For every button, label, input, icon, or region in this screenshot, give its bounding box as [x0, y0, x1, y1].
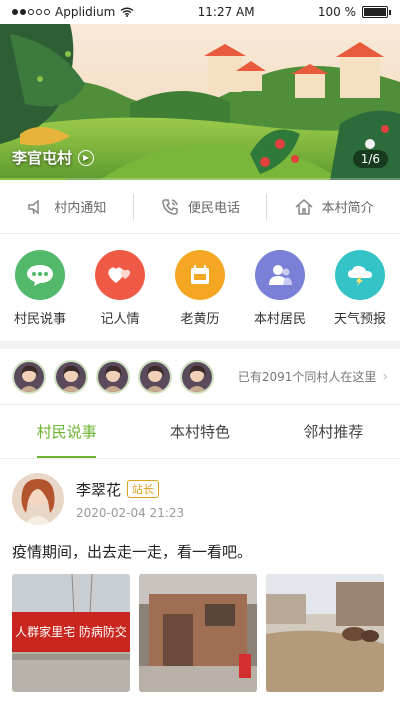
people-icon [269, 265, 292, 285]
status-right: 100 % [317, 5, 391, 19]
avatar [96, 359, 130, 394]
status-time: 11:27 AM [197, 5, 255, 19]
author-info: 李翠花 站长 2020-02-04 21:23 [76, 479, 184, 520]
slide-progress-track [0, 178, 400, 180]
carrier-name: Applidium [55, 5, 116, 19]
slide-progress-fill [0, 178, 67, 180]
feature-gift-record[interactable]: 记人情 [82, 250, 158, 327]
post-photo[interactable] [266, 574, 384, 692]
status-bar: Applidium 11:27 AM 100 % [0, 0, 400, 24]
post-time: 2020-02-04 21:23 [76, 505, 185, 520]
wifi-icon [120, 7, 134, 17]
villager-count-text: 已有2091个同村人在这里 [237, 370, 377, 384]
quicklink-notice[interactable]: 村内通知 [0, 197, 133, 217]
post-text: 疫情期间，出去走一走，看一看吧。 [12, 543, 253, 561]
signal-icon [12, 9, 50, 15]
play-circle-icon: ▶ [78, 149, 95, 166]
feature-grid: 村民说事 记人情 老黄历 本村居民 天气预报 [0, 234, 400, 341]
content-tabs: 村民说事 本村特色 邻村推荐 [0, 405, 400, 459]
feature-icon-bg [95, 250, 145, 300]
feature-icon-bg [255, 250, 305, 300]
slide-counter: 1/6 [352, 150, 388, 168]
quicklink-label: 村内通知 [54, 201, 107, 216]
village-name-link[interactable]: 李官屯村 ▶ [12, 147, 95, 168]
feature-weather[interactable]: 天气预报 [322, 250, 398, 327]
quick-links-bar: 村内通知 便民电话 本村简介 [0, 180, 400, 234]
feature-icon-bg [15, 250, 65, 300]
villager-avatars [12, 359, 214, 394]
section-gap [0, 341, 400, 349]
avatar [138, 359, 172, 394]
tab-village-features[interactable]: 本村特色 [133, 405, 266, 458]
battery-percent: 100 % [317, 5, 356, 19]
avatar [12, 359, 46, 394]
quicklink-phone[interactable]: 便民电话 [134, 197, 267, 217]
author-avatar[interactable] [12, 473, 64, 525]
village-banner[interactable]: 李官屯村 ▶ 1/6 [0, 24, 400, 180]
post-photo[interactable]: 人群家里宅 防病防交 [12, 574, 130, 692]
quicklink-label: 便民电话 [188, 201, 241, 216]
avatar [54, 359, 88, 394]
post-card[interactable]: 李翠花 站长 2020-02-04 21:23 疫情期间，出去走一走，看一看吧。… [0, 459, 400, 692]
status-left: Applidium [12, 5, 134, 19]
calendar-icon [191, 265, 209, 284]
weather-icon [348, 265, 372, 286]
phone-icon [162, 198, 178, 215]
speaker-icon [28, 198, 40, 215]
photo-banner-text: 人群家里宅 防病防交 [15, 624, 127, 639]
author-name[interactable]: 李翠花 [76, 479, 121, 500]
feature-label: 天气预报 [333, 312, 386, 327]
chat-icon [27, 265, 53, 286]
feature-icon-bg [175, 250, 225, 300]
feature-residents[interactable]: 本村居民 [242, 250, 318, 327]
home-icon [295, 198, 313, 215]
tab-villager-talk[interactable]: 村民说事 [0, 405, 133, 458]
quicklink-intro[interactable]: 本村简介 [267, 197, 400, 217]
villagers-row[interactable]: 已有2091个同村人在这里 › [0, 349, 400, 405]
post-header: 李翠花 站长 2020-02-04 21:23 [12, 473, 388, 525]
role-badge: 站长 [127, 480, 160, 498]
villager-count: 已有2091个同村人在这里 › [238, 368, 388, 385]
feature-label: 老黄历 [180, 312, 220, 327]
tab-neighbor-recommend[interactable]: 邻村推荐 [267, 405, 400, 458]
post-photos: 人群家里宅 防病防交 [12, 574, 388, 692]
feature-icon-bg [335, 250, 385, 300]
avatar [180, 359, 214, 394]
feature-label: 记人情 [100, 312, 140, 327]
quicklink-label: 本村简介 [321, 201, 374, 216]
hearts-icon [108, 267, 131, 283]
chevron-right-icon: › [382, 368, 388, 385]
feature-almanac[interactable]: 老黄历 [162, 250, 238, 327]
feature-villager-talk[interactable]: 村民说事 [2, 250, 78, 327]
battery-icon [361, 6, 391, 18]
feature-label: 本村居民 [253, 312, 306, 327]
author-row: 李翠花 站长 [76, 479, 184, 500]
post-photo[interactable] [139, 574, 257, 692]
feature-label: 村民说事 [13, 312, 66, 327]
village-name: 李官屯村 [12, 149, 73, 167]
